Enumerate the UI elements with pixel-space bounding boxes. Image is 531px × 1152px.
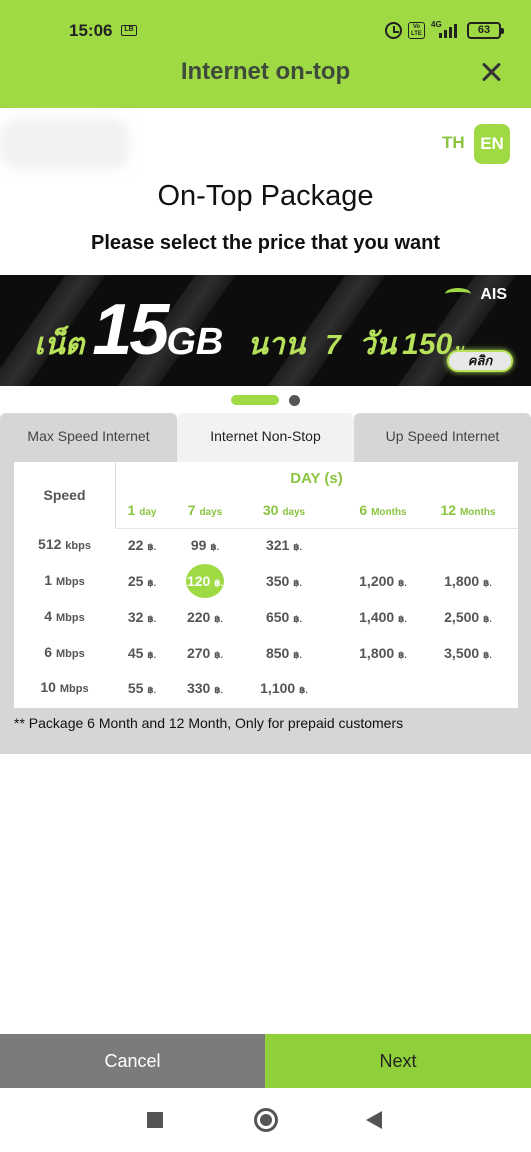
ais-logo: AIS [480,286,507,303]
volte-icon: Vo LTE [408,21,425,39]
banner-unit: GB [166,321,224,363]
promo-banner[interactable]: เน็ต 15 GB นาน 7 วัน 150 บ. AIS คลิก [0,275,531,386]
price-cell[interactable]: 650 ฿. [244,601,324,633]
banner-amount: 15 [92,290,169,370]
alarm-icon [385,21,402,39]
price-cell[interactable]: 850 ฿. [244,637,324,669]
price-cell[interactable]: 1,400 ฿. [343,601,423,633]
back-icon[interactable] [366,1111,382,1129]
header-title: Internet on-top [180,58,351,85]
price-cell[interactable]: 1,800 ฿. [428,565,508,597]
status-time: 15:06 [69,21,113,40]
price-cell[interactable]: 220 ฿. [165,601,245,633]
price-cell[interactable]: 1,200 ฿. [343,565,423,597]
cancel-button[interactable]: Cancel [0,1034,265,1088]
price-cell[interactable]: 3,500 ฿. [428,637,508,669]
tab-max-speed[interactable]: Max Speed Internet [0,413,177,462]
price-table: Speed DAY (s) 1 day 7 days 30 days 6 Months… [14,462,518,708]
tab-up-speed[interactable]: Up Speed Internet [354,413,531,462]
speed-cell: 4 Mbps [44,608,85,624]
speed-cell: 6 Mbps [44,644,85,660]
price-cell[interactable]: 2,500 ฿. [428,601,508,633]
price-table-panel: Speed DAY (s) 1 day 7 days 30 days 6 Months… [0,462,531,754]
carousel-dot-active[interactable] [231,395,279,405]
status-icons: Vo LTE 4G 63 [385,20,504,40]
recents-icon[interactable] [147,1112,163,1128]
banner-price: 150 [402,328,453,361]
language-th-button[interactable]: TH [442,133,465,153]
price-cell[interactable]: 1,100 ฿. [244,672,324,704]
status-bar: 15:06 LB Vo LTE 4G 63 [0,0,531,40]
price-grid: 512 kbps 22 ฿. 99 ฿. 321 ฿. 1 Mbps 25 ฿. 120 ฿… [14,462,518,708]
language-en-button[interactable]: EN [474,124,510,164]
blurred-logo [0,118,130,170]
speed-cell: 512 kbps [38,536,91,552]
ais-logo-swoosh [445,288,471,300]
screen: 15:06 LB Vo LTE 4G 63 Internet on-top TH … [0,0,531,1152]
notification-icon: LB [121,25,137,36]
speed-cell: 1 Mbps [44,572,85,588]
signal-icon: 4G [431,20,461,38]
price-cell[interactable]: 120 ฿. [165,564,245,598]
price-cell[interactable]: 270 ฿. [165,637,245,669]
banner-prefix: เน็ต [34,328,85,361]
banner-duration-unit: วัน [358,328,397,361]
package-tabs: Max Speed Internet Internet Non-Stop Up … [0,413,531,462]
page-subtitle: Please select the price that you want [90,232,440,254]
price-cell[interactable]: 1,800 ฿. [343,637,423,669]
footnote: ** Package 6 Month and 12 Month, Only fo… [14,715,404,731]
next-button[interactable]: Next [265,1034,531,1088]
price-cell[interactable]: 99 ฿. [165,529,245,561]
close-icon[interactable] [473,54,509,90]
tab-non-stop[interactable]: Internet Non-Stop [177,413,354,462]
battery-icon: 63 [467,21,504,39]
app-header: 15:06 LB Vo LTE 4G 63 Internet on-top [0,0,531,108]
page-title: On-Top Package [157,180,374,212]
title-bar: Internet on-top [0,46,531,96]
speed-cell: 10 Mbps [40,679,89,695]
carousel-dot[interactable] [289,395,300,406]
banner-click-button[interactable]: คลิก [447,350,513,372]
system-nav-bar [0,1088,531,1152]
banner-text: เน็ต 15 GB นาน 7 วัน 150 บ. [34,283,467,371]
price-cell[interactable]: 350 ฿. [244,565,324,597]
home-icon[interactable] [254,1108,278,1132]
price-cell[interactable]: 330 ฿. [165,672,245,704]
banner-duration-word: นาน [247,328,306,361]
price-cell[interactable]: 321 ฿. [244,529,324,561]
banner-duration-value: 7 [325,329,341,360]
